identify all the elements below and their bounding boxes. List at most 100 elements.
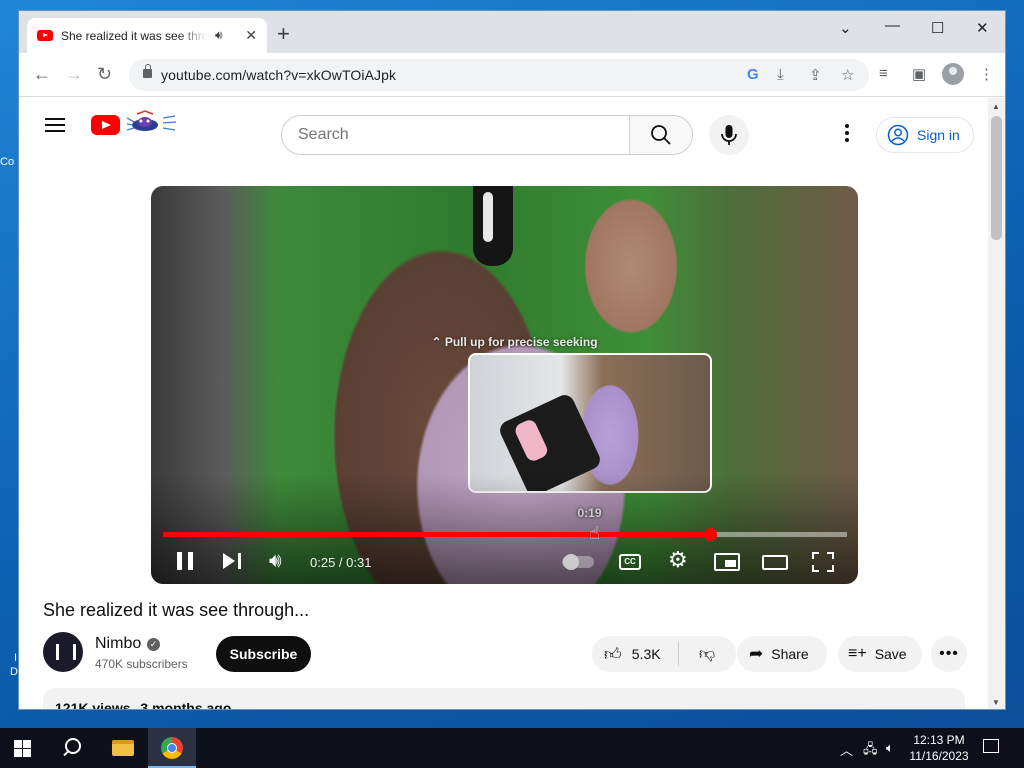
scroll-thumb[interactable] (991, 116, 1002, 240)
clock-date: 11/16/2023 (909, 749, 969, 763)
time-display: 0:25 / 0:31 (310, 555, 372, 570)
youtube-logo-icon[interactable] (91, 115, 120, 135)
speaker-icon[interactable]: 🔊︎ (215, 28, 223, 43)
volume-icon[interactable]: 🔊︎ (269, 550, 282, 573)
more-actions-button[interactable]: ••• (931, 636, 967, 672)
reload-icon[interactable]: ↻ (97, 64, 112, 84)
subscribe-button[interactable]: Subscribe (216, 636, 311, 672)
notification-icon[interactable] (983, 739, 999, 753)
bookmark-star-icon[interactable]: ☆ (841, 66, 854, 84)
tray-chevron-icon[interactable]: ︿ (840, 740, 853, 759)
network-icon[interactable]: 🖧︎ (863, 740, 878, 762)
browser-toolbar: ← → ↻ youtube.com/watch?v=xkOwTOiAJpk G … (19, 53, 1005, 97)
channel-avatar[interactable] (43, 632, 83, 672)
like-button[interactable]: 👍︎ 5.3K (592, 636, 678, 672)
next-video-button[interactable] (223, 553, 241, 569)
video-meta: 121K views 3 months ago (55, 700, 953, 709)
share-button[interactable]: ➦ Share (737, 636, 827, 672)
voice-search-button[interactable] (709, 115, 749, 155)
file-explorer-icon[interactable] (112, 740, 134, 756)
desktop-icon-label: Co (0, 156, 15, 168)
clock-time: 12:13 PM (913, 733, 965, 747)
preview-frame-detail (496, 391, 604, 491)
address-bar[interactable]: youtube.com/watch?v=xkOwTOiAJpk G ⤓ ⇪ ☆ (129, 59, 869, 91)
guide-menu-icon[interactable] (45, 118, 65, 132)
back-arrow-icon[interactable]: ← (33, 64, 51, 84)
autoplay-toggle[interactable] (562, 554, 594, 570)
forward-arrow-icon[interactable]: → (65, 64, 83, 84)
microphone-icon (721, 125, 737, 145)
save-label: Save (874, 646, 907, 662)
tab-title: She realized it was see throu (61, 28, 207, 43)
url-text[interactable]: youtube.com/watch?v=xkOwTOiAJpk (161, 67, 396, 83)
thumbs-down-icon: 👎︎ (698, 645, 716, 663)
install-app-icon[interactable]: ⤓ (777, 66, 784, 83)
page-scrollbar[interactable]: ▲ ▼ (988, 98, 1005, 709)
media-queue-icon[interactable]: ≡ (879, 65, 888, 82)
maximize-button[interactable]: ☐ (931, 19, 944, 37)
video-title: She realized it was see through... (43, 600, 310, 620)
search-icon (651, 125, 671, 145)
scroll-up-icon[interactable]: ▲ (992, 102, 1000, 111)
share-label: Share (771, 646, 809, 662)
like-count: 5.3K (631, 646, 661, 662)
speaker-muted-icon[interactable]: 🔈︎ (886, 740, 894, 756)
channel-name[interactable]: Nimbo (95, 635, 141, 653)
chrome-icon (161, 737, 183, 759)
more-horizontal-icon: ••• (939, 645, 959, 662)
side-panel-icon[interactable]: ▣ (912, 65, 926, 83)
tab-strip: She realized it was see throu 🔊︎ ✕ + ⌄ —… (19, 11, 1005, 53)
thumbs-up-icon: 👍︎ (604, 644, 622, 664)
like-dislike-group: 👍︎ 5.3K 👎︎ (592, 636, 736, 672)
close-window-button[interactable]: ✕ (976, 19, 989, 37)
dislike-button[interactable]: 👎︎ (679, 636, 735, 672)
google-lens-icon[interactable]: G (747, 66, 759, 83)
tab-search-button[interactable]: ⌄ (839, 19, 852, 37)
playlist-add-icon: ≡+ (848, 645, 867, 662)
lock-icon[interactable] (143, 64, 152, 78)
new-tab-button[interactable]: + (277, 23, 290, 45)
sign-in-button[interactable]: Sign in (876, 117, 974, 153)
description-box[interactable]: 121K views 3 months ago (43, 688, 965, 709)
hand-cursor-icon: ☝︎ (589, 523, 600, 543)
windows-start-icon[interactable] (14, 740, 31, 757)
seek-preview-thumbnail (468, 353, 712, 493)
progress-bar[interactable] (163, 528, 847, 541)
save-button[interactable]: ≡+ Save (838, 636, 922, 672)
scrubber-handle[interactable] (704, 528, 718, 541)
precise-seek-hint: ⌃ Pull up for precise seeking (431, 335, 598, 349)
search-box (281, 115, 693, 155)
taskbar: ︿ 🖧︎ 🔈︎ 12:13 PM 11/16/2023 (0, 728, 1024, 768)
subtitles-button[interactable]: CC (619, 554, 641, 570)
browser-tab-active[interactable]: She realized it was see throu 🔊︎ ✕ (27, 18, 267, 53)
youtube-page: Sign in ⌃ Pull up for precise seeking 0:… (19, 98, 989, 709)
sign-in-label: Sign in (917, 127, 960, 143)
youtube-doodle-icon[interactable] (125, 110, 177, 138)
minimize-button[interactable]: — (885, 17, 900, 34)
chrome-taskbar-button[interactable] (148, 728, 196, 768)
taskbar-search-icon[interactable] (60, 736, 82, 758)
verified-badge-icon: ✓ (147, 638, 160, 651)
system-clock[interactable]: 12:13 PM 11/16/2023 (906, 732, 972, 764)
settings-gear-icon[interactable]: ⚙ (668, 547, 688, 573)
progress-played (163, 532, 711, 537)
player-controls: 🔊︎ 0:25 / 0:31 CC ⚙ (151, 546, 858, 582)
browser-window: She realized it was see throu 🔊︎ ✕ + ⌄ —… (18, 10, 1006, 710)
video-player[interactable]: ⌃ Pull up for precise seeking 0:19 ☝︎ 🔊︎… (151, 186, 858, 584)
account-circle-icon (887, 124, 909, 146)
seek-preview-time: 0:19 (577, 506, 602, 520)
share-arrow-icon: ➦ (749, 644, 764, 663)
settings-kebab-icon[interactable] (845, 124, 849, 144)
profile-avatar-icon[interactable] (942, 63, 964, 85)
fullscreen-button[interactable] (812, 552, 834, 572)
video-frame-detail (473, 186, 513, 266)
theater-mode-button[interactable] (762, 555, 788, 570)
pause-button[interactable] (177, 552, 193, 570)
miniplayer-button[interactable] (714, 553, 740, 571)
search-input[interactable] (282, 116, 630, 154)
close-tab-icon[interactable]: ✕ (245, 27, 257, 44)
search-button[interactable] (629, 116, 692, 154)
share-page-icon[interactable]: ⇪ (809, 66, 822, 84)
chrome-menu-icon[interactable]: ⋮ (979, 65, 994, 83)
scroll-down-icon[interactable]: ▼ (992, 698, 1000, 707)
